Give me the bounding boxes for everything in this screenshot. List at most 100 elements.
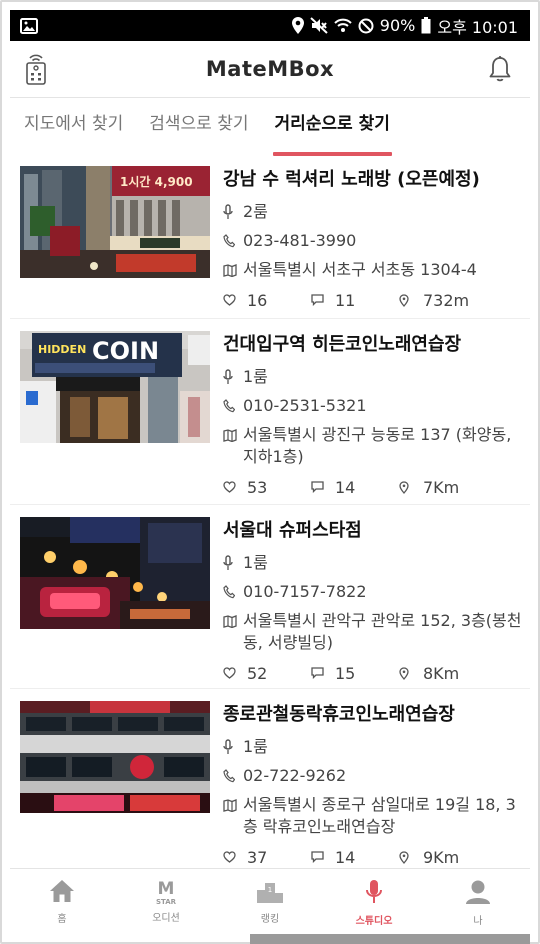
- list-item[interactable]: 1시간 4,900 강남 수 럭셔리 노래방 (오픈예정) 2룸 023-481…: [10, 156, 530, 319]
- app-logo: MateMBox: [205, 57, 335, 81]
- comment-count: 11: [335, 290, 356, 310]
- karaoke-thumbnail: HIDDEN COIN: [20, 331, 210, 443]
- podium-icon: 1: [256, 879, 284, 907]
- room-count: 2룸: [243, 202, 268, 221]
- list-item[interactable]: 종로관철동락휴코인노래연습장 1룸 02-722-9262 서울특별시 종로구 …: [10, 689, 530, 869]
- like-count: 16: [247, 290, 268, 310]
- tab-map-search[interactable]: 지도에서 찾기: [24, 98, 123, 156]
- do-not-disturb-icon: [358, 18, 374, 34]
- location-pin-icon: [399, 480, 423, 494]
- svg-text:STAR: STAR: [156, 898, 177, 905]
- clock: 오후 10:01: [437, 17, 518, 37]
- distance: 7Km: [423, 477, 460, 497]
- battery-percent: 90%: [379, 16, 416, 35]
- phone-number[interactable]: 010-2531-5321: [243, 395, 524, 417]
- comment-icon[interactable]: [311, 481, 335, 493]
- address: 서울특별시 종로구 삼일대로 19길 18, 3층 락휴코인노래연습장: [243, 795, 516, 836]
- address: 서울특별시 광진구 능동로 137 (화양동, 지하1층): [243, 425, 512, 466]
- map-icon: [223, 794, 243, 816]
- bottom-strip: [250, 934, 530, 944]
- thumb-sign-text: 1시간 4,900: [120, 174, 193, 189]
- heart-icon[interactable]: [223, 481, 247, 493]
- comment-icon[interactable]: [311, 851, 335, 863]
- nav-label: 스튜디오: [355, 916, 393, 927]
- list-item[interactable]: 서울대 슈퍼스타점 1룸 010-7157-7822 서울특별시 관악구 관악로…: [10, 505, 530, 689]
- mstar-icon: M STAR: [153, 879, 179, 909]
- heart-icon[interactable]: [223, 667, 247, 679]
- karaoke-name: 강남 수 럭셔리 노래방 (오픈예정): [223, 169, 480, 190]
- karaoke-thumbnail: [20, 517, 210, 629]
- comment-icon[interactable]: [311, 294, 335, 306]
- svg-text:1: 1: [268, 886, 272, 894]
- phone-icon: [223, 395, 243, 417]
- app-header: MateMBox: [10, 41, 530, 98]
- distance: 8Km: [423, 663, 460, 683]
- phone-number[interactable]: 02-722-9262: [243, 765, 524, 787]
- microphone-icon: [223, 552, 243, 574]
- wifi-icon: [334, 18, 352, 33]
- phone-number[interactable]: 023-481-3990: [243, 230, 524, 252]
- tab-keyword-search[interactable]: 검색으로 찾기: [149, 98, 248, 156]
- thumb-sign-text: HIDDEN: [38, 343, 86, 356]
- notification-bell-icon[interactable]: [488, 55, 512, 87]
- nav-audition[interactable]: M STAR 오디션: [114, 869, 218, 934]
- location-pin-icon: [399, 293, 423, 307]
- list-item[interactable]: HIDDEN COIN 건대입구역 히든코인노래연습장 1룸 010-2531-…: [10, 319, 530, 505]
- gallery-notification-icon: [20, 17, 38, 34]
- location-pin-icon: [399, 850, 423, 864]
- home-icon: [49, 879, 75, 907]
- karaoke-list: 1시간 4,900 강남 수 럭셔리 노래방 (오픈예정) 2룸 023-481…: [10, 156, 530, 869]
- person-icon: [465, 879, 491, 909]
- phone-icon: [223, 581, 243, 603]
- tab-distance-search[interactable]: 거리순으로 찾기: [272, 98, 393, 156]
- karaoke-thumbnail: 1시간 4,900: [20, 166, 210, 278]
- microphone-icon: [223, 201, 243, 223]
- comment-count: 14: [335, 477, 356, 497]
- microphone-icon: [223, 736, 243, 758]
- battery-icon: [421, 17, 431, 34]
- search-mode-tabs: 지도에서 찾기 검색으로 찾기 거리순으로 찾기: [10, 98, 530, 156]
- map-icon: [223, 424, 243, 446]
- nav-label: 나: [473, 916, 483, 927]
- room-count: 1룸: [243, 737, 268, 756]
- comment-count: 15: [335, 663, 356, 683]
- karaoke-thumbnail: [20, 701, 210, 813]
- nav-studio[interactable]: 스튜디오: [322, 869, 426, 934]
- heart-icon[interactable]: [223, 851, 247, 863]
- remote-control-icon[interactable]: [24, 53, 48, 89]
- like-count: 53: [247, 477, 268, 497]
- heart-icon[interactable]: [223, 294, 247, 306]
- phone-icon: [223, 230, 243, 252]
- address: 서울특별시 관악구 관악로 152, 3층(봉천동, 서량빌딩): [243, 611, 522, 652]
- nav-me[interactable]: 나: [426, 869, 530, 934]
- room-count: 1룸: [243, 553, 268, 572]
- map-icon: [223, 259, 243, 281]
- comment-icon[interactable]: [311, 667, 335, 679]
- comment-count: 14: [335, 847, 356, 867]
- thumb-sign-text: COIN: [92, 337, 159, 365]
- karaoke-name: 건대입구역 히든코인노래연습장: [223, 334, 462, 355]
- status-bar: 90% 오후 10:01: [10, 10, 530, 41]
- svg-text:M: M: [158, 879, 175, 899]
- like-count: 37: [247, 847, 268, 867]
- map-icon: [223, 610, 243, 632]
- location-pin-icon: [399, 666, 423, 680]
- like-count: 52: [247, 663, 268, 683]
- distance: 732m: [423, 290, 470, 310]
- karaoke-name: 종로관철동락휴코인노래연습장: [223, 704, 455, 725]
- location-icon: [291, 17, 304, 34]
- phone-icon: [223, 765, 243, 787]
- microphone-icon: [364, 879, 384, 909]
- karaoke-name: 서울대 슈퍼스타점: [223, 520, 362, 541]
- nav-ranking[interactable]: 1 랭킹: [218, 869, 322, 934]
- phone-number[interactable]: 010-7157-7822: [243, 581, 524, 603]
- nav-home[interactable]: 홈: [10, 869, 114, 934]
- bottom-navigation: 홈 M STAR 오디션 1 랭킹 스튜디오 나: [10, 868, 530, 934]
- microphone-icon: [223, 366, 243, 388]
- nav-label: 홈: [57, 914, 67, 925]
- nav-label: 오디션: [152, 913, 180, 924]
- distance: 9Km: [423, 847, 460, 867]
- address: 서울특별시 서초구 서초동 1304-4: [243, 260, 477, 279]
- mute-icon: [310, 17, 328, 34]
- room-count: 1룸: [243, 367, 268, 386]
